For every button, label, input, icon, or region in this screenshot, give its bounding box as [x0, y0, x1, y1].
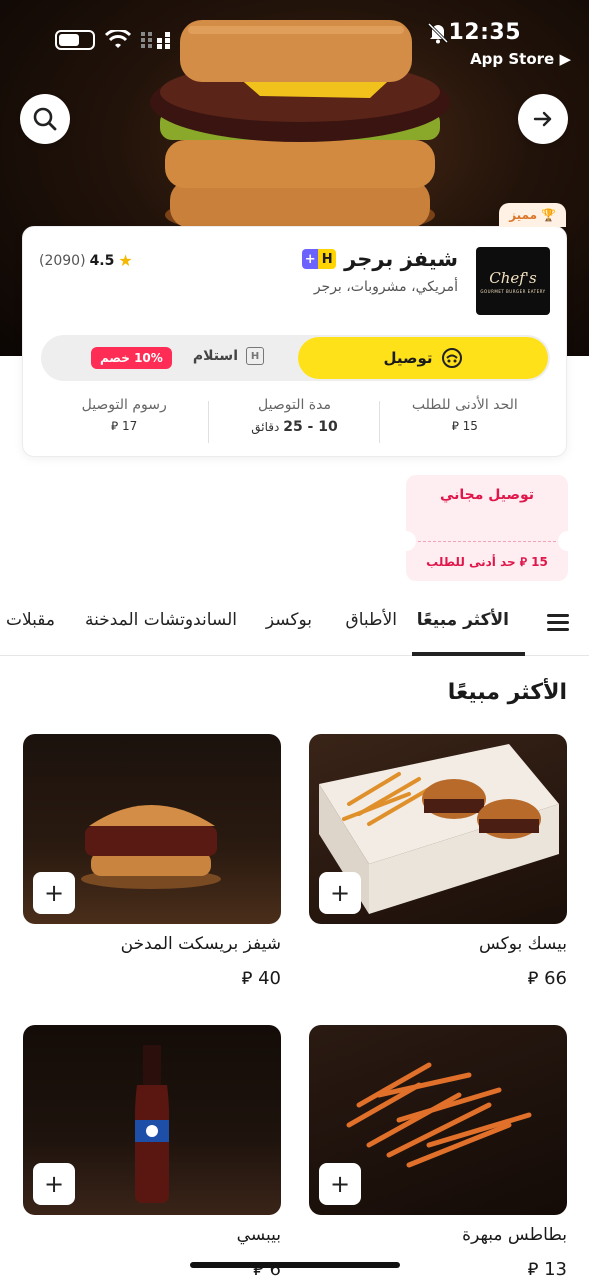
pickup-option[interactable]: H استلام: [193, 347, 264, 365]
wifi-icon: [105, 30, 131, 48]
back-button[interactable]: [518, 94, 568, 144]
order-mode-toggle: توصيل H استلام 10% خصم: [41, 335, 550, 381]
add-to-cart-button[interactable]: +: [319, 1163, 361, 1205]
stat-value: 15 ⃁: [451, 419, 478, 433]
add-to-cart-button[interactable]: +: [33, 1163, 75, 1205]
add-to-cart-button[interactable]: +: [33, 872, 75, 914]
rating[interactable]: (2090) 4.5 ★: [39, 251, 133, 270]
promo-title: توصيل مجاني: [439, 487, 535, 503]
restaurant-name-row: شيفز برجر H +: [302, 247, 458, 271]
stat-min-order: الحد الأدنى للطلب 15 ⃁: [380, 397, 550, 445]
featured-badge-label: مميز: [509, 208, 538, 222]
ticket-notch: [558, 531, 568, 551]
ticket-notch: [406, 531, 416, 551]
product-image-box: +: [309, 734, 567, 924]
promo-subtitle: 15 ⃁ حد أدنى للطلب: [426, 555, 548, 569]
home-indicator[interactable]: [190, 1262, 400, 1268]
product-image-box: +: [23, 1025, 281, 1215]
rating-value: 4.5: [89, 252, 115, 269]
stat-value: 17 ⃁: [111, 419, 138, 433]
active-tab-indicator: [412, 652, 525, 656]
product-card[interactable]: + شيفز بريسكت المدخن 40 ⃁: [23, 734, 281, 989]
tab-appetizers[interactable]: مقبلات: [6, 610, 55, 630]
logo-text: Chef's: [489, 268, 537, 287]
product-image-box: +: [23, 734, 281, 924]
product-price: 66 ⃁: [527, 968, 567, 989]
tab-best-sellers[interactable]: الأكثر مبيعًا: [417, 610, 509, 630]
category-tabs: الأكثر مبيعًا الأطباق بوكسز الساندوتشات …: [0, 596, 589, 656]
star-icon: ★: [118, 251, 133, 270]
add-to-cart-button[interactable]: +: [319, 872, 361, 914]
status-icons: [55, 30, 173, 50]
tab-smoked-sandwiches[interactable]: الساندوتشات المدخنة: [85, 610, 237, 630]
product-name: بطاطس مبهرة: [462, 1225, 567, 1245]
rating-count: (2090): [39, 252, 86, 269]
product-price: 6 ⃁: [253, 1259, 281, 1280]
cuisine-tags: أمريكي، مشروبات، برجر: [313, 279, 458, 295]
restaurant-name: شيفز برجر: [344, 247, 458, 271]
order-stats: الحد الأدنى للطلب 15 ⃁ مدة التوصيل 10 - …: [39, 397, 550, 445]
restaurant-info-card: مميز 🏆 Chef's GOURMET BURGER EATERY شيفز…: [22, 203, 567, 457]
tab-dishes[interactable]: الأطباق: [346, 610, 397, 630]
bell-muted-icon: [427, 22, 449, 44]
discount-badge: 10% خصم: [91, 347, 172, 369]
stat-label: رسوم التوصيل: [81, 397, 167, 413]
trophy-icon: 🏆: [541, 208, 556, 222]
product-name: بيبسي: [236, 1225, 281, 1245]
section-title: الأكثر مبيعًا: [447, 680, 567, 705]
status-bar: 12:35 App Store ▶: [0, 0, 589, 80]
restaurant-logo: Chef's GOURMET BURGER EATERY: [476, 247, 550, 315]
pickup-store-icon: H: [246, 347, 264, 365]
logo-subtext: GOURMET BURGER EATERY: [480, 288, 546, 294]
stat-delivery-fee: رسوم التوصيل 17 ⃁: [39, 397, 210, 445]
product-name: بيسك بوكس: [478, 934, 567, 954]
product-name: شيفز بريسكت المدخن: [120, 934, 281, 954]
battery-icon: [55, 30, 95, 50]
search-icon: [33, 107, 57, 131]
product-price: 13 ⃁: [527, 1259, 567, 1280]
stat-label: الحد الأدنى للطلب: [411, 397, 518, 413]
search-button[interactable]: [20, 94, 70, 144]
stat-delivery-time: مدة التوصيل 10 - 25 دقائق: [209, 397, 381, 445]
delivery-scooter-icon: [441, 348, 462, 368]
product-image-box: +: [309, 1025, 567, 1215]
ticket-divider: [418, 541, 556, 542]
product-price: 40 ⃁: [241, 968, 281, 989]
delivery-label: توصيل: [383, 349, 433, 367]
back-to-app-store[interactable]: App Store ▶: [470, 50, 571, 68]
featured-badge: مميز 🏆: [499, 203, 566, 227]
menu-list-icon[interactable]: [547, 614, 569, 632]
tab-boxes[interactable]: بوكسز: [266, 610, 312, 630]
stat-label: مدة التوصيل: [258, 397, 331, 413]
product-card[interactable]: + بيسك بوكس 66 ⃁: [309, 734, 567, 989]
delivery-option[interactable]: توصيل: [298, 337, 548, 379]
free-delivery-promo[interactable]: توصيل مجاني 15 ⃁ حد أدنى للطلب: [406, 475, 568, 581]
product-card[interactable]: + بطاطس مبهرة 13 ⃁: [309, 1025, 567, 1280]
stat-value: 10 - 25 دقائق: [251, 419, 338, 435]
product-card[interactable]: + بيبسي 6 ⃁: [23, 1025, 281, 1280]
pickup-label: استلام: [192, 348, 238, 364]
hungerstation-plus-icon: H +: [302, 249, 337, 269]
signal-icon: [141, 32, 170, 49]
arrow-right-icon: [533, 111, 552, 127]
status-time: 12:35: [448, 20, 521, 45]
